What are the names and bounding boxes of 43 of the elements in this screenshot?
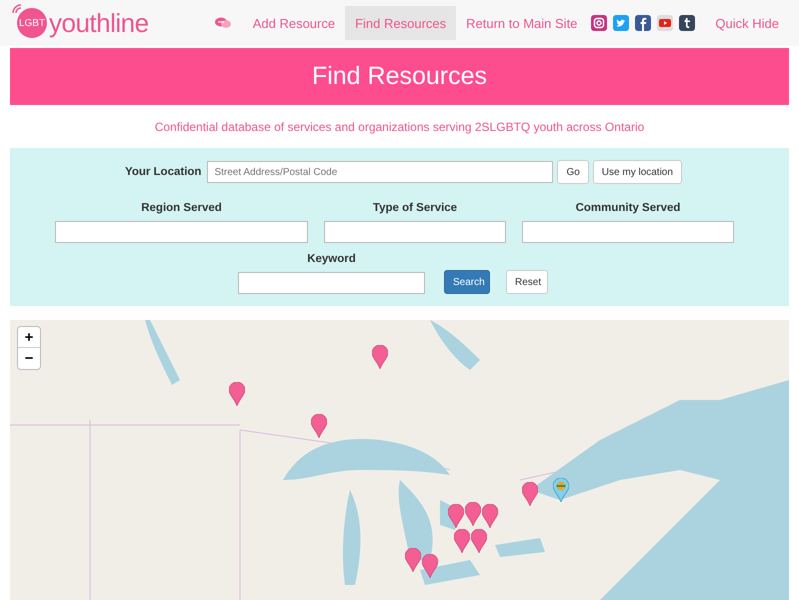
map-marker-icon[interactable] <box>553 478 569 502</box>
nav-link[interactable]: Return to Main Site <box>456 6 588 40</box>
nav-link[interactable]: Find Resources <box>345 6 456 40</box>
location-field[interactable]: Street Address/Postal Code <box>207 161 554 183</box>
filter-label: Community Served <box>576 202 680 214</box>
map-marker-icon[interactable] <box>229 382 245 406</box>
keyword-field[interactable] <box>238 272 425 294</box>
quick-hide-link[interactable]: Quick Hide <box>705 6 789 40</box>
map-marker-icon[interactable] <box>372 345 388 369</box>
zoom-out-button[interactable]: − <box>18 348 40 369</box>
go-button[interactable]: Go <box>557 160 589 184</box>
signal-icon <box>12 4 22 14</box>
filter-label: Type of Service <box>372 202 458 214</box>
search-button[interactable]: Search <box>444 270 490 294</box>
twitter-icon[interactable] <box>613 15 630 31</box>
reset-button[interactable]: Reset <box>506 270 548 294</box>
instagram-icon[interactable] <box>591 15 608 31</box>
page-subtitle: Confidential database of services and organizations serving 2SLGBTQ youth across Ontario <box>154 120 646 134</box>
zoom-in-button[interactable]: + <box>18 327 40 348</box>
map-marker-icon[interactable] <box>471 529 487 553</box>
map-marker-icon[interactable] <box>465 502 481 526</box>
nav-link[interactable]: Add Resource <box>242 6 346 40</box>
facebook-icon[interactable] <box>635 15 652 31</box>
map-marker-icon[interactable] <box>522 482 538 506</box>
map-marker-icon[interactable] <box>448 504 464 528</box>
chat-bubbles-icon[interactable] <box>214 17 231 29</box>
filter-label: Region Served <box>141 202 222 214</box>
logo-wordmark[interactable]: youthline <box>49 8 149 38</box>
keyword-label: Keyword <box>307 253 356 265</box>
logo-badge[interactable]: LGBT <box>17 8 47 38</box>
filter-field[interactable] <box>324 221 506 243</box>
map-marker-icon[interactable] <box>482 504 498 528</box>
map-marker-icon[interactable] <box>454 529 470 553</box>
map-marker-icon[interactable] <box>311 414 327 438</box>
filter-field[interactable] <box>55 221 308 243</box>
page-title: Find Resources <box>312 62 488 91</box>
tumblr-icon[interactable] <box>679 15 696 31</box>
use-location-button[interactable]: Use my location <box>592 160 682 184</box>
lake-shape <box>495 538 545 557</box>
filter-field[interactable] <box>522 221 734 243</box>
map-marker-icon[interactable] <box>405 548 421 572</box>
youtube-icon[interactable] <box>657 15 674 31</box>
location-label: Your Location <box>125 166 202 178</box>
